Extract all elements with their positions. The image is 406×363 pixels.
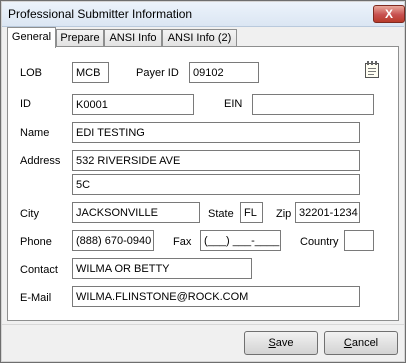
- window-title: Professional Submitter Information: [8, 7, 193, 21]
- contact-label: Contact: [20, 264, 58, 276]
- name-label: Name: [20, 127, 50, 139]
- phone-label: Phone: [20, 236, 52, 248]
- payer-id-field[interactable]: [189, 62, 259, 83]
- ein-label: EIN: [224, 98, 243, 110]
- zip-field[interactable]: [295, 202, 360, 223]
- tab-ansi-info-2[interactable]: ANSI Info (2): [162, 29, 237, 47]
- contact-field[interactable]: [72, 258, 252, 279]
- lob-field[interactable]: [72, 62, 109, 83]
- close-button[interactable]: X: [373, 5, 405, 23]
- zip-label: Zip: [276, 208, 292, 220]
- country-label: Country: [300, 236, 339, 248]
- tab-prepare[interactable]: Prepare: [56, 29, 104, 47]
- id-field[interactable]: [72, 94, 194, 115]
- address-line1-field[interactable]: [72, 150, 360, 171]
- notepad-icon[interactable]: [363, 60, 381, 79]
- save-button[interactable]: Save: [244, 331, 318, 355]
- state-field[interactable]: [240, 202, 263, 223]
- city-field[interactable]: [72, 202, 200, 223]
- footer-separator: [2, 324, 404, 325]
- email-label: E-Mail: [20, 292, 52, 304]
- ein-field[interactable]: [252, 94, 374, 115]
- save-label: ave: [275, 337, 294, 349]
- dialog-window: Professional Submitter Information X Gen…: [0, 0, 406, 363]
- payer-id-label: Payer ID: [136, 67, 179, 79]
- cancel-label: ancel: [351, 337, 379, 349]
- state-label: State: [208, 208, 234, 220]
- save-mnemonic: S: [268, 337, 276, 349]
- address-label: Address: [20, 155, 61, 167]
- cancel-mnemonic: C: [343, 337, 352, 349]
- email-field[interactable]: [72, 286, 360, 307]
- id-label: ID: [20, 98, 31, 110]
- lob-label: LOB: [20, 67, 43, 79]
- cancel-button[interactable]: Cancel: [324, 331, 398, 355]
- title-bar[interactable]: Professional Submitter Information X: [2, 2, 405, 27]
- country-field[interactable]: [344, 230, 374, 251]
- fax-field[interactable]: [200, 230, 281, 251]
- name-field[interactable]: [72, 122, 360, 143]
- address-line2-field[interactable]: [72, 174, 360, 195]
- city-label: City: [20, 208, 39, 220]
- fax-label: Fax: [173, 236, 192, 248]
- tab-general[interactable]: General: [7, 27, 56, 48]
- tab-ansi-info[interactable]: ANSI Info: [104, 29, 162, 47]
- phone-field[interactable]: [72, 230, 154, 251]
- close-icon: X: [384, 7, 393, 21]
